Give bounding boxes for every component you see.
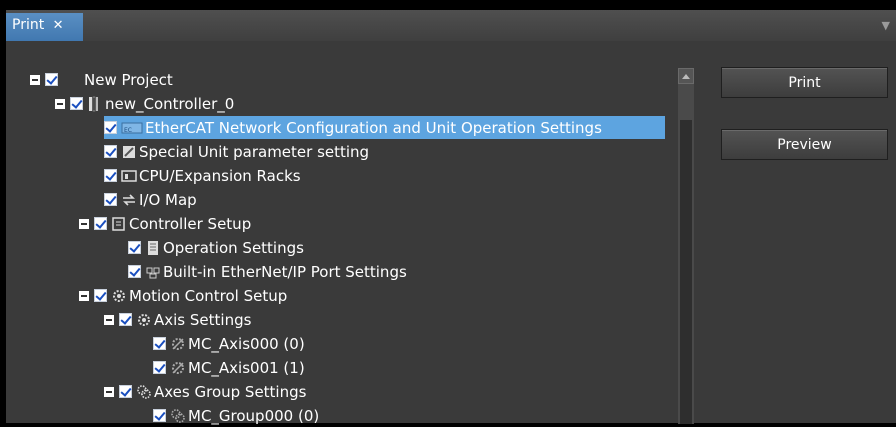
collapse-icon[interactable] (79, 218, 89, 229)
print-button[interactable]: Print (721, 67, 888, 98)
collapse-icon[interactable] (104, 386, 114, 397)
checkbox[interactable] (119, 313, 132, 326)
controller-setup-icon (112, 216, 125, 231)
tree-item-group000[interactable]: MC_Group000 (0) (153, 404, 319, 427)
preview-button[interactable]: Preview (721, 129, 888, 160)
tree-item-label: MC_Axis000 (0) (188, 334, 305, 353)
tab-print-label: Print (12, 17, 45, 33)
tree-item-label: Axis Settings (154, 310, 252, 329)
tab-dropdown-icon[interactable]: ▼ (882, 19, 890, 32)
checkbox[interactable] (45, 73, 58, 86)
tree-item-label: Controller Setup (129, 214, 252, 233)
tree-item-axis001[interactable]: MC_Axis001 (1) (153, 356, 305, 379)
parameter-icon (123, 145, 135, 158)
checkbox[interactable] (104, 169, 117, 182)
controller-icon (89, 96, 98, 111)
tree-item-controller[interactable]: new_Controller_0 (55, 92, 234, 115)
checkbox[interactable] (104, 193, 117, 206)
axes-group-item-icon (171, 408, 185, 423)
checkbox[interactable] (153, 337, 166, 350)
tree-item-label: new_Controller_0 (105, 94, 235, 113)
tab-bar (6, 10, 896, 41)
svg-text:EC: EC (124, 127, 132, 134)
tree-item-axis000[interactable]: MC_Axis000 (0) (153, 332, 305, 355)
axis-gear-icon (138, 313, 150, 326)
tree-item-label: EtherCAT Network Configuration and Unit … (145, 118, 602, 137)
axis-icon (172, 361, 184, 374)
tree-item-controller-setup[interactable]: Controller Setup (79, 212, 251, 235)
tree-item-axis-settings[interactable]: Axis Settings (104, 308, 251, 331)
tree-item-operation-settings[interactable]: Operation Settings (128, 236, 304, 259)
scrollbar-thumb[interactable] (680, 120, 692, 424)
collapse-icon[interactable] (79, 290, 89, 301)
tree-item-label: CPU/Expansion Racks (139, 166, 301, 185)
axis-icon (172, 337, 184, 350)
checkbox[interactable] (153, 361, 166, 374)
checkbox[interactable] (104, 145, 117, 158)
tree-item-io-map[interactable]: I/O Map (104, 188, 197, 211)
checkbox[interactable] (94, 289, 107, 302)
tree-item-label: MC_Group000 (0) (188, 406, 320, 425)
tree-item-motion-control[interactable]: Motion Control Setup (79, 284, 287, 307)
checkbox[interactable] (153, 409, 166, 422)
tree-scrollbar[interactable] (678, 68, 694, 424)
collapse-icon[interactable] (30, 74, 40, 85)
collapse-icon[interactable] (104, 314, 114, 325)
checkbox[interactable] (119, 385, 132, 398)
tree-item-label: New Project (84, 70, 173, 89)
operation-settings-icon (148, 240, 158, 255)
tree-item-new-project[interactable]: New Project (30, 68, 173, 91)
checkbox[interactable] (128, 241, 141, 254)
tree-item-label: MC_Axis001 (1) (188, 358, 305, 377)
tree-item-axes-group[interactable]: Axes Group Settings (104, 380, 306, 403)
checkbox[interactable] (70, 97, 83, 110)
ethernet-port-icon (146, 267, 160, 278)
tree-item-special-unit[interactable]: Special Unit parameter setting (104, 140, 369, 163)
motion-gear-icon (113, 289, 125, 302)
ethercat-icon: EC (121, 122, 143, 134)
tree-item-label: Built-in EtherNet/IP Port Settings (163, 262, 407, 281)
print-pane: New Project new_Controller_0 EC EtherCAT… (6, 41, 896, 425)
print-window: Print ✕ ▼ New Project new_Controller_0 E… (0, 0, 896, 425)
tree-item-label: Special Unit parameter setting (139, 142, 370, 161)
scroll-up-icon[interactable] (678, 68, 694, 84)
checkbox[interactable] (104, 121, 117, 134)
tree-item-ethercat[interactable]: EC EtherCAT Network Configuration and Un… (104, 116, 665, 139)
collapse-icon[interactable] (55, 98, 65, 109)
tab-print[interactable]: Print ✕ (6, 13, 83, 41)
tree-item-label: Operation Settings (163, 238, 304, 257)
cpu-rack-icon (121, 169, 137, 182)
tree-item-cpu-racks[interactable]: CPU/Expansion Racks (104, 164, 301, 187)
close-icon[interactable]: ✕ (53, 18, 64, 33)
tree-item-ethernet-port[interactable]: Built-in EtherNet/IP Port Settings (128, 260, 407, 283)
checkbox[interactable] (128, 265, 141, 278)
io-map-icon (123, 193, 135, 206)
tree-item-label: Axes Group Settings (154, 382, 307, 401)
axes-group-icon (137, 384, 151, 399)
checkbox[interactable] (94, 217, 107, 230)
tree-item-label: I/O Map (139, 190, 197, 209)
tree-item-label: Motion Control Setup (129, 286, 288, 305)
